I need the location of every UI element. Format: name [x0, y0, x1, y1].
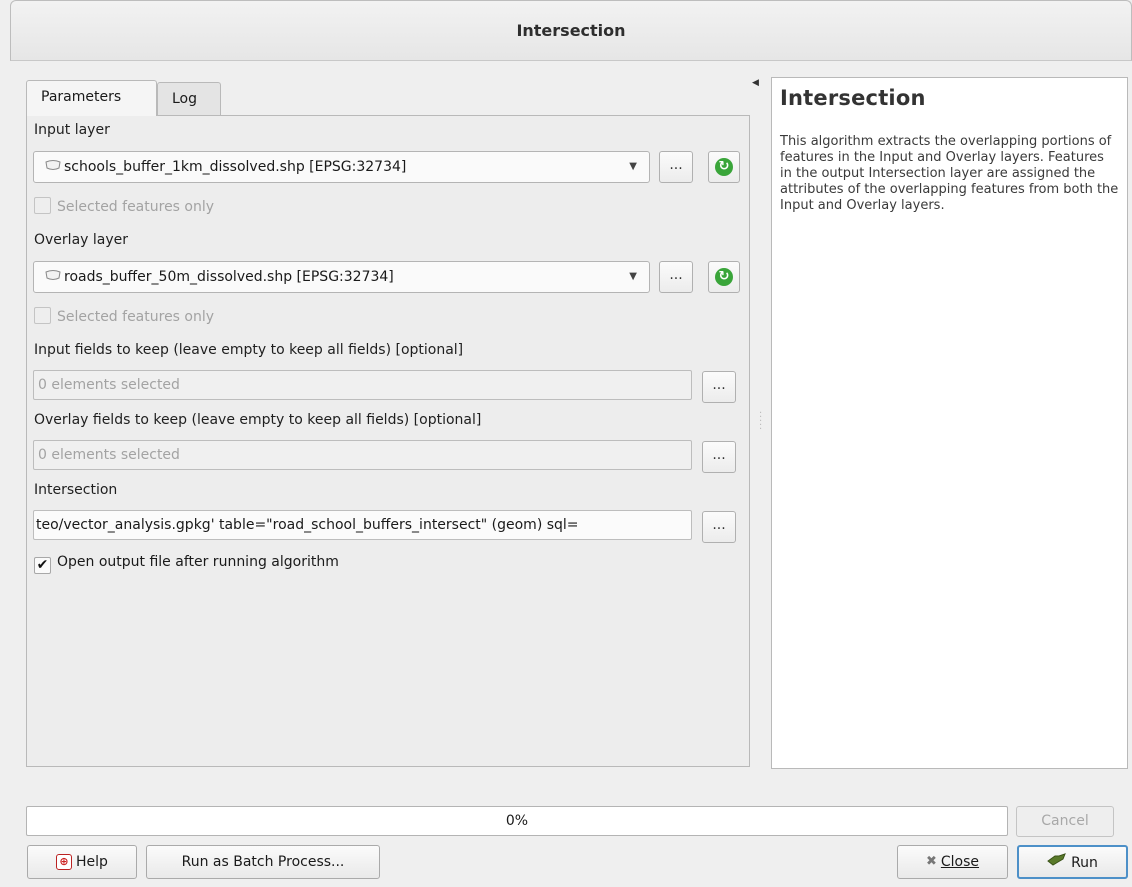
input-fields-field[interactable]: 0 elements selected: [33, 370, 692, 400]
cancel-button[interactable]: Cancel: [1016, 806, 1114, 837]
overlay-layer-iterate-button[interactable]: ↻: [708, 261, 740, 293]
overlay-layer-combo[interactable]: roads_buffer_50m_dissolved.shp [EPSG:327…: [33, 261, 650, 293]
progress-bar: 0%: [26, 806, 1008, 836]
overlay-layer-label: Overlay layer: [34, 232, 129, 248]
output-browse-button[interactable]: ...: [702, 511, 736, 543]
close-button-label: Close: [940, 854, 980, 870]
polygon-layer-icon: [44, 152, 62, 182]
splitter-handle[interactable]: · · · · ·: [759, 409, 762, 435]
input-fields-label: Input fields to keep (leave empty to kee…: [34, 342, 464, 358]
open-output-label: Open output file after running algorithm: [57, 554, 339, 570]
input-layer-browse-button[interactable]: ...: [659, 151, 693, 183]
input-layer-iterate-button[interactable]: ↻: [708, 151, 740, 183]
help-icon: ⊕: [56, 854, 73, 870]
input-fields-browse-button[interactable]: ...: [702, 371, 736, 403]
run-button[interactable]: Run: [1017, 845, 1128, 879]
overlay-layer-browse-button[interactable]: ...: [659, 261, 693, 293]
input-layer-value: schools_buffer_1km_dissolved.shp [EPSG:3…: [64, 159, 407, 175]
checkbox-box: [34, 197, 51, 214]
checkbox-box: [34, 307, 51, 324]
help-button[interactable]: ⊕ Help: [27, 845, 137, 879]
tab-parameters[interactable]: Parameters: [26, 80, 157, 116]
output-path-input[interactable]: teo/vector_analysis.gpkg' table="road_sc…: [33, 510, 692, 540]
run-batch-button[interactable]: Run as Batch Process...: [146, 845, 380, 879]
input-selected-only-checkbox[interactable]: Selected features only: [34, 197, 214, 215]
help-panel: Intersection This algorithm extracts the…: [771, 77, 1128, 769]
iterate-icon: ↻: [715, 158, 733, 176]
run-button-label: Run: [1071, 855, 1098, 871]
help-text: This algorithm extracts the overlapping …: [780, 134, 1119, 213]
input-layer-label: Input layer: [34, 122, 110, 138]
open-output-checkbox[interactable]: ✔ Open output file after running algorith…: [34, 554, 339, 574]
overlay-fields-label: Overlay fields to keep (leave empty to k…: [34, 412, 482, 428]
help-title: Intersection: [780, 86, 926, 110]
overlay-selected-only-label: Selected features only: [57, 309, 215, 325]
input-selected-only-label: Selected features only: [57, 199, 215, 215]
help-button-label: Help: [76, 854, 108, 870]
overlay-fields-browse-button[interactable]: ...: [702, 441, 736, 473]
run-icon: [1047, 847, 1067, 879]
output-label: Intersection: [34, 482, 118, 498]
dropdown-arrow-icon: ▼: [629, 161, 637, 172]
overlay-selected-only-checkbox[interactable]: Selected features only: [34, 307, 214, 325]
overlay-fields-field[interactable]: 0 elements selected: [33, 440, 692, 470]
window-title: Intersection: [10, 0, 1132, 61]
check-mark-icon: ✔: [34, 557, 51, 574]
iterate-icon: ↻: [715, 268, 733, 286]
close-x-icon: ✖: [925, 854, 937, 869]
polygon-layer-icon: [44, 262, 62, 292]
dropdown-arrow-icon: ▼: [629, 271, 637, 282]
tab-log[interactable]: Log: [157, 82, 221, 116]
close-button[interactable]: ✖ Close: [897, 845, 1008, 879]
collapse-help-arrow-icon[interactable]: ◀: [752, 78, 759, 88]
overlay-layer-value: roads_buffer_50m_dissolved.shp [EPSG:327…: [64, 269, 394, 285]
input-layer-combo[interactable]: schools_buffer_1km_dissolved.shp [EPSG:3…: [33, 151, 650, 183]
